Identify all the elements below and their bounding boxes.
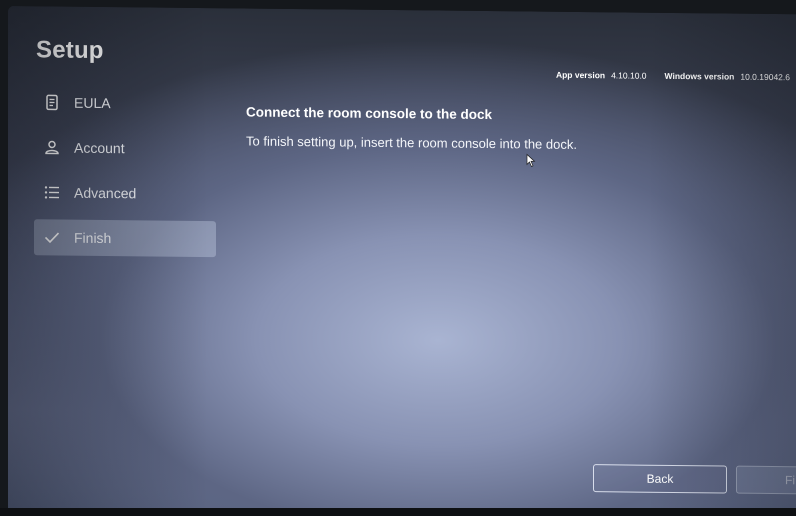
sidebar-item-label: Account	[74, 139, 125, 157]
monitor-bezel	[0, 508, 796, 516]
windows-version-value: 10.0.19042.6	[740, 71, 790, 83]
finish-button[interactable]: Fi	[736, 465, 796, 495]
document-icon	[42, 92, 62, 112]
sidebar-item-eula[interactable]: EULA	[34, 84, 216, 122]
sidebar-item-label: Finish	[74, 229, 112, 247]
main-content: Connect the room console to the dock To …	[246, 104, 577, 151]
sidebar-item-advanced[interactable]: Advanced	[34, 174, 216, 212]
sidebar-nav: EULA Account Advanced Finish	[34, 84, 216, 266]
step-heading: Connect the room console to the dock	[246, 104, 493, 123]
list-icon	[42, 182, 62, 202]
sidebar-item-account[interactable]: Account	[34, 129, 216, 167]
sidebar-item-label: EULA	[74, 94, 111, 112]
app-version-value: 4.10.10.0	[611, 70, 647, 81]
device-screen: Setup App version 4.10.10.0 Windows vers…	[8, 6, 796, 516]
step-description: To finish setting up, insert the room co…	[246, 133, 577, 152]
sidebar-item-finish[interactable]: Finish	[34, 219, 216, 258]
version-info: App version 4.10.10.0 Windows version 10…	[556, 70, 796, 83]
page-title: Setup	[36, 36, 104, 65]
app-version-label: App version	[555, 69, 606, 81]
windows-version-label: Windows version	[664, 70, 735, 82]
mouse-cursor-icon	[526, 153, 536, 167]
checkmark-icon	[42, 227, 62, 247]
back-button[interactable]: Back	[593, 464, 727, 494]
person-icon	[42, 137, 62, 157]
sidebar-item-label: Advanced	[74, 184, 137, 202]
